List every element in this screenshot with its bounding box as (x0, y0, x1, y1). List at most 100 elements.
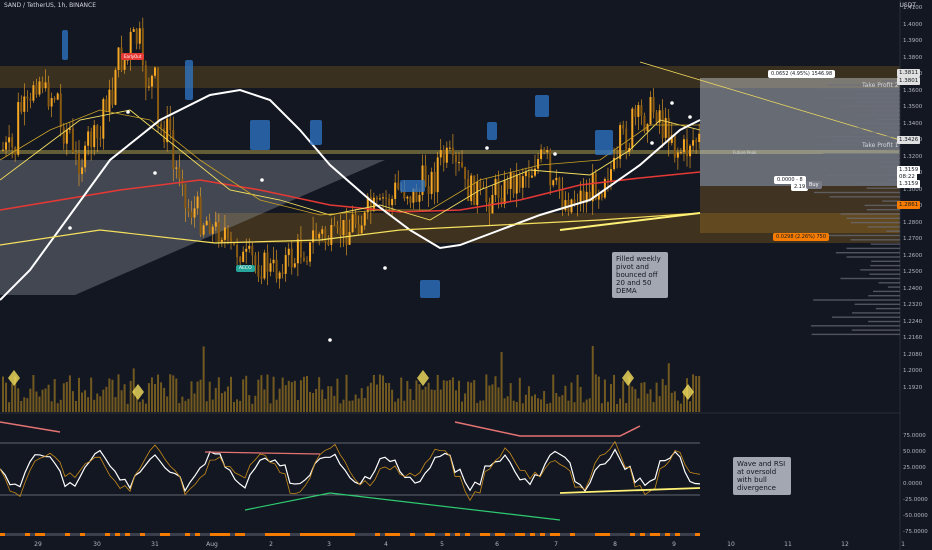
signal-strip (520, 533, 525, 536)
candle-body (640, 105, 643, 116)
date-tick: 12 (841, 541, 849, 548)
signal-strip (350, 533, 355, 536)
signal-strip (50, 533, 55, 536)
candle-body (427, 186, 430, 194)
volume-bar (260, 375, 263, 412)
candle-body (202, 225, 205, 235)
signal-strip (85, 533, 90, 536)
volume-bar (321, 389, 324, 412)
signal-strip (170, 533, 175, 536)
candle-body (78, 153, 80, 175)
volume-bar (591, 345, 594, 412)
volume-bar (391, 389, 394, 412)
signal-strip (585, 533, 590, 536)
price-chart[interactable] (0, 0, 932, 550)
candle-body (47, 82, 50, 107)
date-tick: 6 (495, 541, 499, 548)
signal-strip (270, 533, 275, 536)
candle-body (184, 184, 187, 209)
candle-body (302, 257, 305, 261)
volume-bar (312, 393, 315, 412)
volume-bar (394, 401, 397, 412)
candle-body (686, 139, 688, 157)
price-tick: 1.1920 (903, 384, 923, 391)
date-tick: 29 (34, 541, 42, 548)
volume-bar (366, 386, 369, 412)
signal-strip (460, 533, 465, 536)
candle-body (272, 259, 275, 264)
candle-body (406, 196, 409, 199)
candle-body (318, 233, 321, 239)
signal-strip (390, 533, 395, 536)
volume-bar (50, 401, 53, 412)
candle-body (689, 145, 692, 157)
signal-strip (155, 533, 160, 536)
signal-strip (305, 533, 310, 536)
candle-body (692, 140, 695, 146)
candle-body (610, 169, 612, 181)
volume-bar (284, 385, 287, 412)
volume-bar (631, 386, 634, 412)
signal-strip (695, 533, 700, 536)
signal-strip (555, 533, 560, 536)
signal-strip (375, 533, 380, 536)
position-stop-label[interactable]: 0.0298 (2.26%) 750 (773, 233, 830, 241)
volume-bar (302, 376, 305, 412)
volume-bar (193, 393, 196, 412)
buy-signal-marker[interactable]: AECO (236, 265, 255, 272)
wave-callout[interactable]: Wave and RSI at oversold with bull diver… (733, 457, 791, 495)
pivot-callout[interactable]: Filled weekly pivot and bounced off 20 a… (612, 252, 668, 298)
candle-body (375, 197, 378, 200)
volume-bar (354, 394, 357, 412)
volume-profile-bar (864, 204, 900, 207)
price-tag-1: 1.3811 (897, 69, 921, 77)
sell-signal-marker[interactable]: EarlyOut (121, 53, 145, 60)
volume-profile-bar (846, 217, 900, 219)
volume-bar (120, 390, 123, 412)
volume-bar (348, 400, 351, 412)
volume-bar (576, 374, 579, 412)
candle-body (342, 220, 345, 236)
signal-strip (30, 533, 35, 536)
volume-bar (497, 387, 500, 412)
volume-profile-bar (810, 325, 900, 327)
volume-bar (424, 386, 427, 412)
volume-bar (78, 377, 80, 412)
signal-strip (620, 533, 625, 536)
signal-strip (100, 533, 105, 536)
volume-bar (309, 391, 312, 412)
volume-bar (357, 398, 360, 412)
signal-strip (110, 533, 115, 536)
volume-bar (561, 395, 564, 412)
candle-body (169, 118, 172, 130)
price-tick: 1.3200 (903, 153, 923, 160)
candle-body (117, 47, 120, 70)
position-target-label[interactable]: 0.0652 (4.95%) 1546.98 (768, 70, 836, 78)
volume-profile-bar (828, 234, 900, 237)
rsi-tick: 0.0000 (903, 481, 923, 487)
candle-body (652, 97, 655, 113)
candle-body (324, 229, 327, 243)
signal-strip (210, 533, 215, 536)
price-tick: 1.2240 (903, 318, 923, 325)
volume-profile-bar (823, 153, 900, 155)
signal-strip (355, 533, 360, 536)
volume-bar (29, 388, 32, 412)
candle-body (518, 174, 521, 188)
candle-body (220, 239, 223, 243)
signal-strip (5, 533, 10, 536)
volume-bar (403, 400, 406, 412)
signal-strip (115, 533, 120, 536)
signal-strip (550, 533, 555, 536)
volume-bar (184, 400, 187, 412)
volume-bar (646, 393, 649, 412)
volume-bar (11, 383, 14, 412)
signal-strip (545, 533, 550, 536)
volume-bar (351, 400, 354, 412)
volume-bar (436, 374, 439, 412)
volume-bar (84, 390, 87, 412)
volume-bar (579, 386, 582, 412)
candle-body (147, 86, 150, 88)
candle-body (534, 168, 536, 176)
volume-bar (230, 376, 232, 412)
